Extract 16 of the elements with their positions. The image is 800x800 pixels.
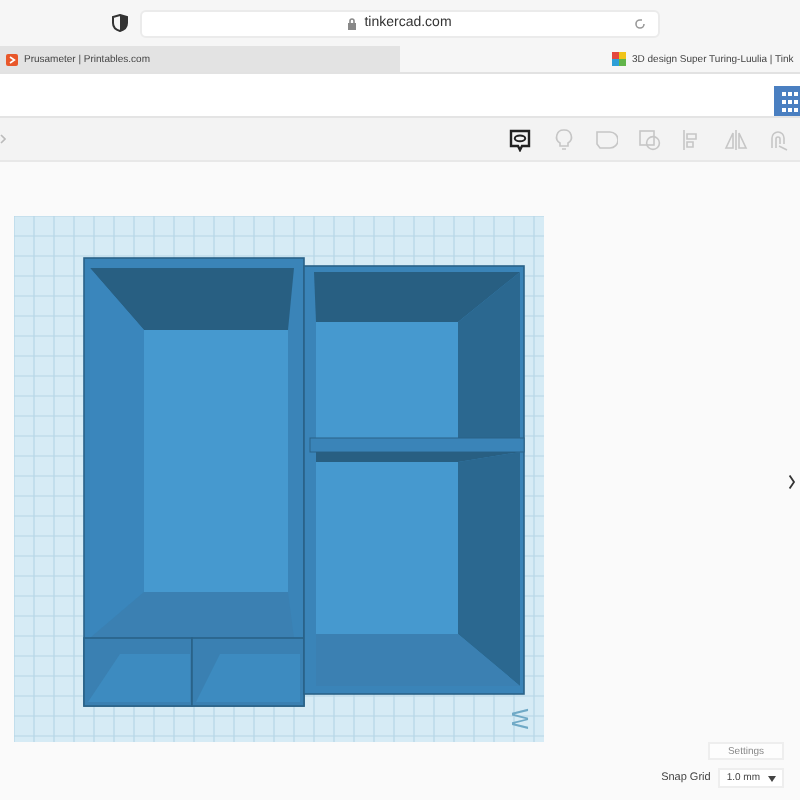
apps-grid-button[interactable] (774, 86, 800, 116)
caret-icon (768, 775, 776, 781)
magnet-icon[interactable] (766, 127, 790, 151)
group-icon[interactable] (637, 127, 661, 151)
privacy-shield-icon[interactable] (112, 14, 128, 32)
printables-logo-icon (6, 53, 18, 65)
shape-icon[interactable] (594, 127, 618, 151)
workplane-label: W (506, 708, 532, 730)
storage-box-drawing[interactable] (83, 257, 525, 707)
mirror-icon[interactable] (723, 127, 747, 151)
chevron-right-icon[interactable] (788, 474, 796, 490)
reload-icon[interactable] (634, 17, 646, 29)
note-icon[interactable] (508, 127, 532, 151)
light-bulb-icon[interactable] (551, 127, 575, 151)
tinkercad-logo-icon (612, 52, 626, 66)
lock-icon (348, 17, 357, 29)
